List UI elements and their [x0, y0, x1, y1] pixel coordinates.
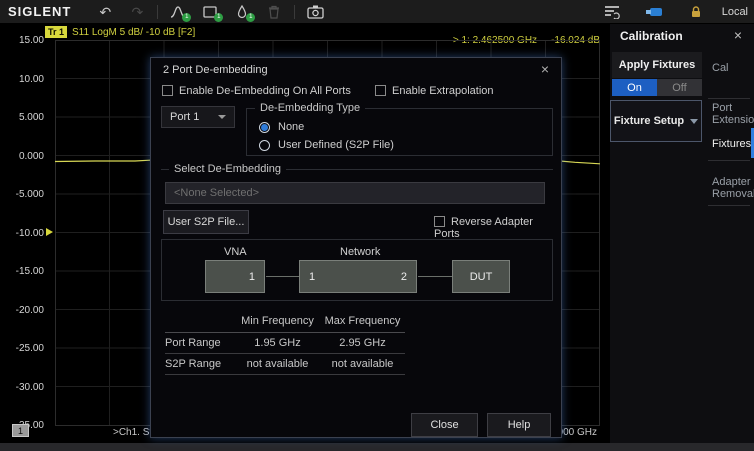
fixture-setup-dropdown[interactable]: Fixture Setup [610, 100, 702, 142]
table-header-row: Min Frequency Max Frequency [165, 311, 405, 332]
tab-cal[interactable]: Cal [704, 62, 754, 74]
y-axis-label: -30.00 [2, 382, 44, 393]
user-s2p-file-button[interactable]: User S2P File... [163, 210, 249, 234]
top-toolbar: SIGLENT ↶ ↷ 1 1 1 [0, 0, 754, 24]
port-select-dropdown[interactable]: Port 1 [161, 106, 235, 128]
toolbar-right-group: Local [596, 0, 748, 24]
calibration-panel: Calibration × Apply Fixtures On Off Fixt… [610, 24, 754, 443]
dut-box: DUT [452, 260, 510, 293]
undo-icon[interactable]: ↶ [92, 2, 118, 22]
trash-icon[interactable] [261, 2, 287, 22]
wire [266, 276, 299, 277]
tab-fixtures[interactable]: Fixtures [704, 138, 754, 150]
chevron-down-icon [690, 119, 698, 124]
checkbox-reverse-adapter-ports[interactable]: Reverse Adapter Ports [434, 216, 561, 240]
select-de-embedding-group: Select De-Embedding [161, 169, 553, 170]
calibration-panel-header: Calibration × [610, 24, 754, 50]
de-embedding-dialog: 2 Port De-embedding × Enable De-Embeddin… [150, 57, 562, 438]
radio-user-defined[interactable]: User Defined (S2P File) [259, 139, 394, 151]
checkbox-enable-extrapolation[interactable]: Enable Extrapolation [375, 85, 494, 97]
frequency-range-table: Min Frequency Max Frequency Port Range 1… [165, 311, 405, 375]
local-mode-label[interactable]: Local [722, 6, 748, 18]
s2p-range-min: not available [235, 353, 320, 374]
chevron-down-icon [218, 115, 226, 119]
trace-1-settings[interactable]: S11 LogM 5 dB/ -10 dB [F2] [72, 27, 195, 38]
channel-1-badge[interactable]: 1 [12, 424, 29, 437]
y-axis-label: -25.00 [2, 343, 44, 354]
app-screen: SIGLENT ↶ ↷ 1 1 1 [0, 0, 754, 451]
checkbox-icon [162, 85, 173, 96]
checkbox-icon [375, 85, 386, 96]
window-icon[interactable]: 1 [197, 2, 223, 22]
y-axis-label: 5.000 [2, 112, 44, 123]
toggle-off-button[interactable]: Off [657, 79, 702, 96]
usb-icon[interactable] [641, 2, 667, 22]
trace-count-badge: 1 [182, 13, 191, 22]
radio-unselected-icon [259, 140, 270, 151]
dialog-close-icon[interactable]: × [541, 61, 549, 77]
table-row: Port Range 1.95 GHz 2.95 GHz [165, 332, 405, 353]
group-label: De-Embedding Type [255, 102, 365, 114]
marker-icon[interactable]: 1 [229, 2, 255, 22]
apply-fixtures-header: Apply Fixtures [612, 52, 702, 78]
radio-selected-icon [259, 122, 270, 133]
y-axis-label: 10.00 [2, 74, 44, 85]
panel-title: Calibration [620, 29, 683, 43]
redo-icon[interactable]: ↷ [124, 2, 150, 22]
display-layout-icon[interactable] [599, 2, 625, 22]
tab-separator [708, 160, 750, 161]
y-axis-label: -20.00 [2, 305, 44, 316]
dialog-title: 2 Port De-embedding [163, 64, 268, 76]
radio-none[interactable]: None [259, 121, 304, 133]
toolbar-separator [157, 5, 158, 19]
window-count-badge: 1 [214, 13, 223, 22]
help-button[interactable]: Help [487, 413, 551, 437]
checkbox-enable-all-ports[interactable]: Enable De-Embedding On All Ports [162, 85, 351, 97]
checkbox-icon [434, 216, 445, 227]
calibration-tabs: Cal Port Extension Fixtures Adapter Remo… [704, 50, 754, 440]
trace-info-line: Tr 1 S11 LogM 5 dB/ -10 dB [F2] [45, 26, 195, 38]
trace-1-badge[interactable]: Tr 1 [45, 26, 67, 38]
tab-separator [708, 98, 750, 99]
s2p-range-max: not available [320, 353, 405, 374]
group-label: Select De-Embedding [169, 163, 286, 175]
siglent-logo: SIGLENT [8, 4, 71, 19]
network-box: 1 2 [299, 260, 417, 293]
panel-close-icon[interactable]: × [734, 27, 742, 43]
port-range-min: 1.95 GHz [235, 332, 320, 353]
de-embedding-diagram: VNA Network 1 1 2 DUT [161, 239, 553, 301]
y-axis-label: -15.00 [2, 266, 44, 277]
reference-level-marker-icon[interactable] [46, 228, 53, 236]
tab-adapter-removal[interactable]: Adapter Removal [704, 176, 754, 200]
lock-icon[interactable] [683, 2, 709, 22]
close-button[interactable]: Close [411, 413, 478, 437]
apply-fixtures-toggle: On Off [612, 79, 702, 96]
network-label: Network [340, 246, 380, 258]
de-embedding-type-group: De-Embedding Type None User Defined (S2P… [246, 108, 553, 156]
toolbar-separator [294, 5, 295, 19]
y-axis-label: -10.00 [2, 228, 44, 239]
tab-separator [708, 205, 750, 206]
tab-port-extension[interactable]: Port Extension [704, 102, 754, 126]
trace-function-icon[interactable]: 1 [165, 2, 191, 22]
row-label: Port Range [165, 332, 235, 353]
y-axis-label: -5.000 [2, 189, 44, 200]
vna-label: VNA [224, 246, 247, 258]
y-axis-label: 15.00 [2, 35, 44, 46]
marker-count-badge: 1 [246, 13, 255, 22]
wire [418, 276, 452, 277]
toggle-on-button[interactable]: On [612, 79, 657, 96]
selected-file-field[interactable]: <None Selected> [165, 182, 545, 204]
table-row: S2P Range not available not available [165, 353, 405, 374]
row-label: S2P Range [165, 353, 235, 374]
col-max-frequency: Max Frequency [320, 311, 405, 332]
port-range-max: 2.95 GHz [320, 332, 405, 353]
vna-box: 1 [205, 260, 265, 293]
y-axis-label: 0.000 [2, 151, 44, 162]
col-min-frequency: Min Frequency [235, 311, 320, 332]
bottom-bar [0, 443, 754, 451]
screenshot-camera-icon[interactable] [302, 2, 328, 22]
